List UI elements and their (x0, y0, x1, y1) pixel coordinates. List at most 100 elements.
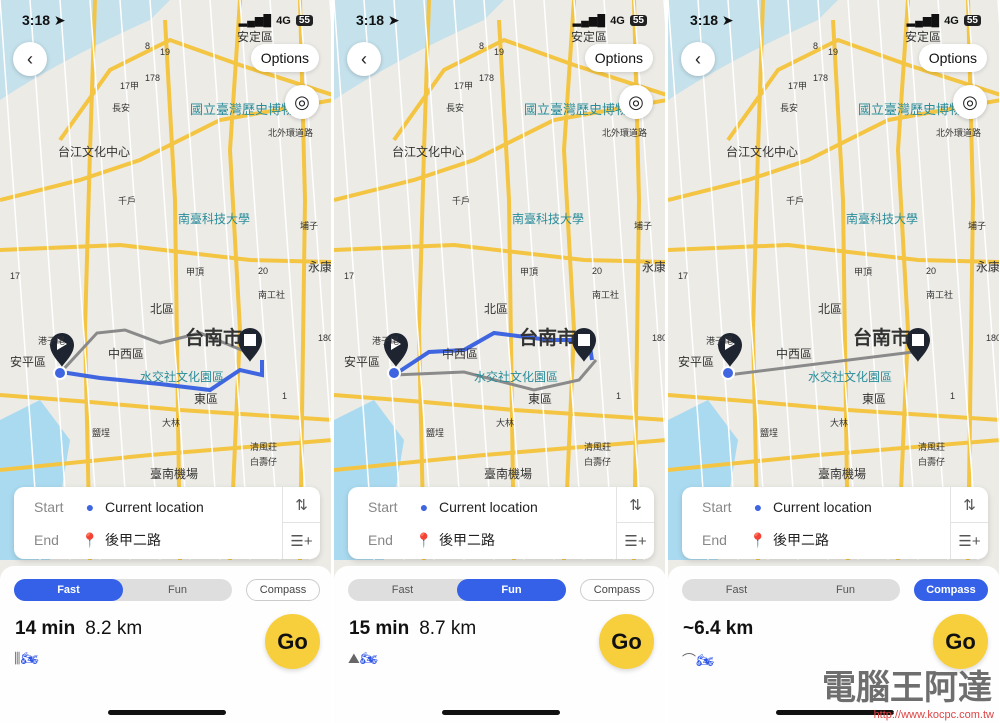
tab-fun[interactable]: Fun (791, 579, 900, 601)
map-label: 東區 (528, 392, 553, 406)
route-summary: ~6.4 km (683, 618, 753, 640)
back-button[interactable]: ‹ (347, 42, 381, 76)
motorcycle-icon: 🏍 (696, 652, 714, 668)
map-label: 中西區 (108, 347, 145, 361)
start-field[interactable]: Current location (773, 499, 872, 515)
end-row[interactable]: End 📍 後甲二路 (702, 530, 829, 550)
start-field[interactable]: Current location (439, 499, 538, 515)
map-label: 17甲 (788, 81, 808, 91)
map-label: 埔子 (300, 221, 319, 231)
go-button[interactable]: Go (265, 614, 320, 669)
tab-fun[interactable]: Fun (123, 579, 232, 601)
map-label: 北外環道路 (602, 128, 648, 138)
map-label: 17甲 (120, 81, 140, 91)
map-label: 南工社 (258, 290, 286, 300)
end-row[interactable]: End 📍 後甲二路 (34, 530, 161, 550)
map-label: 8 (813, 41, 819, 51)
start-label: Start (702, 499, 732, 515)
route-endpoints-card: Start ● Current location End 📍 後甲二路 ⇅ ☰+ (682, 487, 988, 559)
road (0, 242, 331, 264)
go-button[interactable]: Go (599, 614, 654, 669)
end-field[interactable]: 後甲二路 (773, 530, 829, 550)
map-label: 南工社 (592, 290, 620, 300)
map-label: 清風莊 (250, 442, 278, 452)
start-row[interactable]: Start ● Current location (34, 499, 204, 515)
tab-compass[interactable]: Compass (580, 579, 654, 601)
map-label: 台江文化中心 (58, 145, 131, 159)
add-stop-button[interactable]: ☰+ (282, 523, 320, 559)
tab-compass[interactable]: Compass (914, 579, 988, 601)
map-label: 安平區 (10, 355, 47, 369)
add-stop-button[interactable]: ☰+ (616, 523, 654, 559)
current-location-dot (387, 366, 401, 380)
end-row[interactable]: End 📍 後甲二路 (368, 530, 495, 550)
options-button[interactable]: Options (918, 44, 987, 72)
map-label: 安平區 (678, 355, 715, 369)
start-label: Start (368, 499, 398, 515)
watermark-logo: 電腦王阿達 (822, 669, 992, 707)
tab-fun[interactable]: Fun (457, 579, 566, 601)
clock: 3:18 (356, 12, 385, 28)
map-label: 水交社文化園區 (808, 370, 893, 384)
map-label: 港子尾 (38, 336, 66, 346)
route-mode-toggle: Fast Fun (348, 579, 566, 601)
chevron-left-icon: ‹ (361, 48, 367, 69)
end-field[interactable]: 後甲二路 (439, 530, 495, 550)
map-label: 清風莊 (918, 442, 946, 452)
map-label: 北區 (150, 302, 175, 316)
tab-fast[interactable]: Fast (14, 579, 123, 601)
map-label: 1 (616, 391, 622, 401)
map-label: 安定區 (905, 30, 942, 44)
map-label: 北區 (818, 302, 843, 316)
recenter-button[interactable]: ◎ (619, 85, 653, 119)
map-label: 20 (592, 266, 603, 276)
recenter-button[interactable]: ◎ (953, 85, 987, 119)
tab-fast[interactable]: Fast (682, 579, 791, 601)
start-row[interactable]: Start ● Current location (368, 499, 538, 515)
end-label: End (702, 532, 727, 548)
vehicle-mode: ⛰🏍 (348, 650, 378, 667)
map-label: 178 (145, 73, 161, 83)
start-row[interactable]: Start ● Current location (702, 499, 872, 515)
swap-button[interactable]: ⇅ (282, 487, 320, 523)
clock: 3:18 (22, 12, 51, 28)
map-label: 南臺科技大學 (846, 212, 919, 226)
street (663, 0, 665, 25)
map-label: 甲頂 (854, 267, 873, 277)
add-stop-button[interactable]: ☰+ (950, 523, 988, 559)
swap-button[interactable]: ⇅ (950, 487, 988, 523)
back-button[interactable]: ‹ (681, 42, 715, 76)
signal-icon: ▂▄▆█ (238, 15, 272, 27)
start-label: Start (34, 499, 64, 515)
map-label: 甲頂 (520, 267, 539, 277)
battery-icon: 55 (295, 15, 313, 26)
chevron-left-icon: ‹ (27, 48, 33, 69)
vehicle-mode: ⌒🏍 (682, 650, 714, 670)
map-label: 8 (479, 41, 485, 51)
map-label: 178 (813, 73, 829, 83)
map-label: 安平區 (344, 355, 381, 369)
map-label: 長安 (112, 103, 131, 113)
map-label: 港子尾 (706, 336, 734, 346)
location-arrow-icon: ➤ (387, 12, 400, 28)
start-field[interactable]: Current location (105, 499, 204, 515)
duration: 15 min (349, 618, 410, 639)
road (895, 0, 911, 561)
recenter-button[interactable]: ◎ (285, 85, 319, 119)
back-button[interactable]: ‹ (13, 42, 47, 76)
tab-fast[interactable]: Fast (348, 579, 457, 601)
map-label: 中西區 (442, 347, 479, 361)
route-summary: 14 min 8.2 km (15, 618, 142, 640)
map-label: 臺南機場 (150, 467, 199, 481)
end-field[interactable]: 後甲二路 (105, 530, 161, 550)
options-button[interactable]: Options (584, 44, 653, 72)
map-label: 甲頂 (186, 267, 205, 277)
swap-button[interactable]: ⇅ (616, 487, 654, 523)
map-label: 8 (145, 41, 151, 51)
map-label: 台南市 (853, 328, 911, 349)
options-button[interactable]: Options (250, 44, 319, 72)
map-label: 台南市 (519, 328, 577, 349)
tab-compass[interactable]: Compass (246, 579, 320, 601)
map-label: 鹽埕 (760, 428, 779, 438)
home-indicator (108, 710, 226, 715)
